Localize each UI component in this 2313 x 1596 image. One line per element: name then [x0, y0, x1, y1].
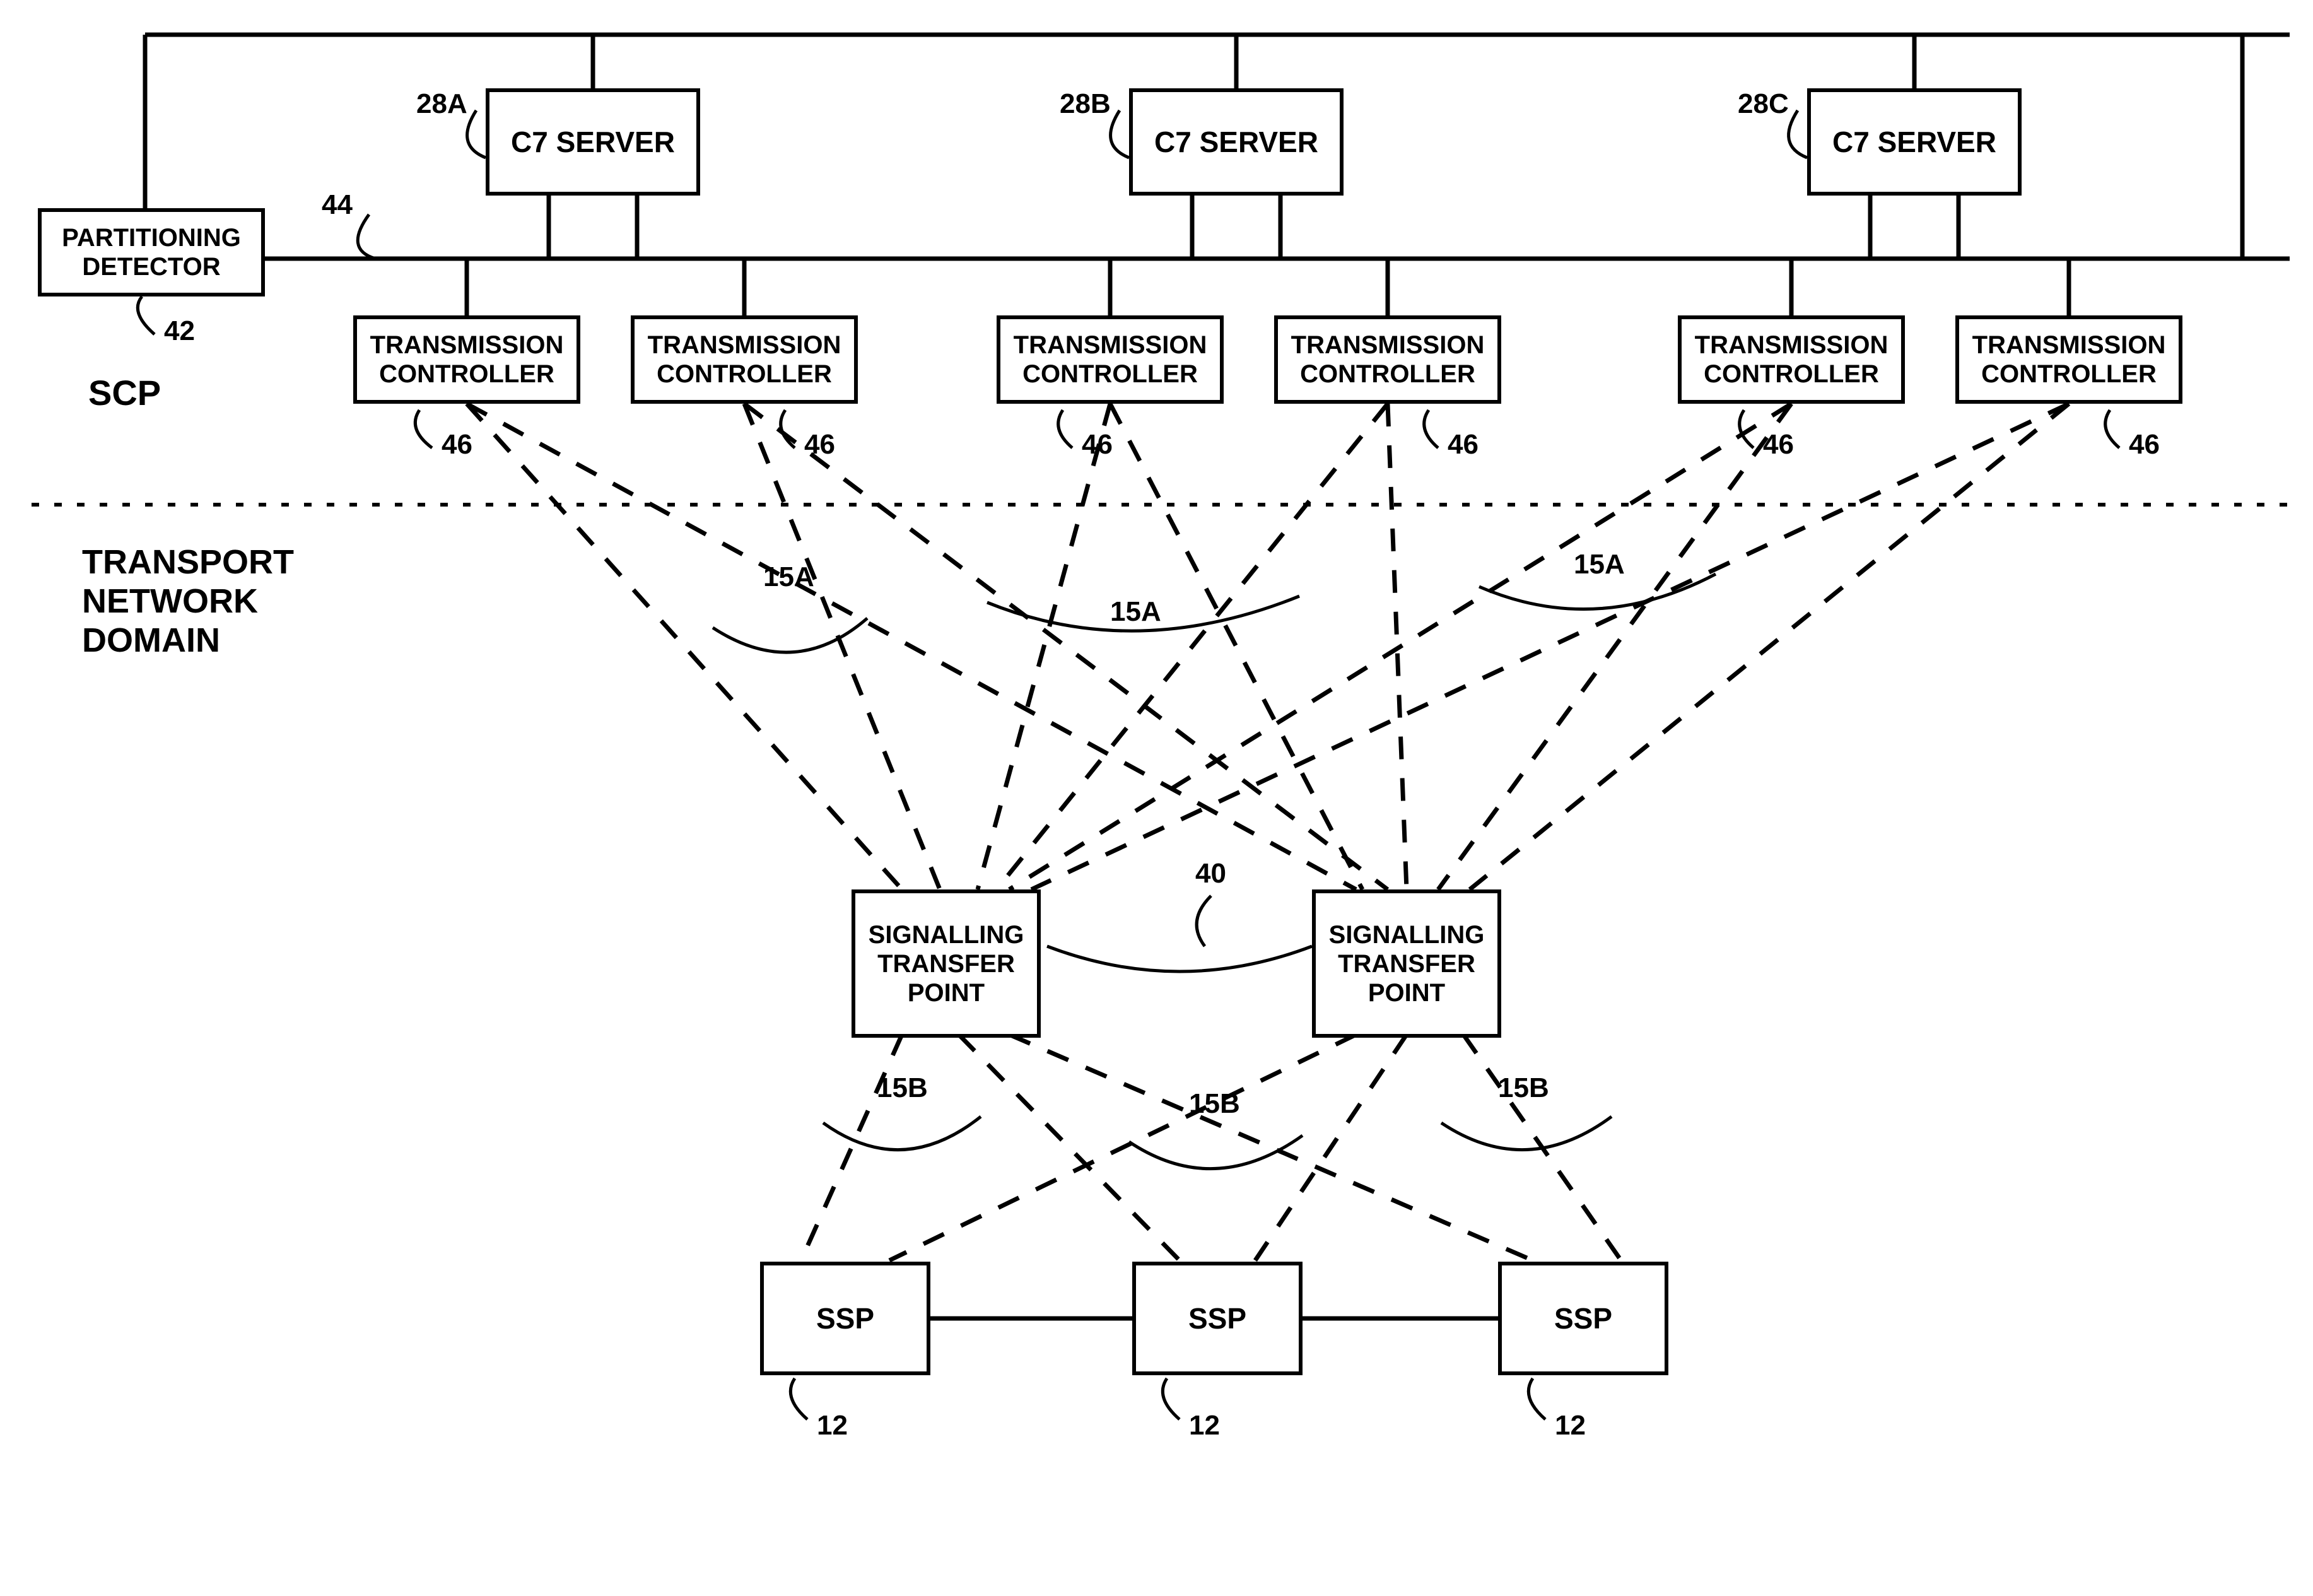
- ref-46: 46: [2129, 429, 2160, 461]
- ref-28b: 28B: [1060, 88, 1111, 120]
- ref-15b: 15B: [1498, 1072, 1549, 1104]
- ref-46: 46: [1763, 429, 1794, 461]
- stp-label: SIGNALLING TRANSFER POINT: [869, 920, 1024, 1007]
- transmission-controller-label: TRANSMISSION CONTROLLER: [370, 331, 564, 389]
- transmission-controller-box: TRANSMISSION CONTROLLER: [1678, 315, 1905, 404]
- ref-46: 46: [442, 429, 472, 461]
- ref-15a: 15A: [1574, 549, 1625, 580]
- c7-server-box-b: C7 SERVER: [1129, 88, 1344, 196]
- ssp-box: SSP: [760, 1262, 930, 1375]
- transmission-controller-box: TRANSMISSION CONTROLLER: [1955, 315, 2182, 404]
- scp-region-label: SCP: [88, 372, 161, 413]
- scp-architecture-diagram: PARTITIONING DETECTOR C7 SERVER C7 SERVE…: [0, 0, 2313, 1596]
- ref-28a: 28A: [416, 88, 467, 120]
- c7-server-label: C7 SERVER: [511, 126, 675, 159]
- ref-12p: 12: [1189, 1410, 1220, 1441]
- ssp-label: SSP: [816, 1302, 874, 1335]
- ref-15a: 15A: [763, 561, 814, 593]
- ref-46: 46: [1448, 429, 1479, 461]
- ref-42: 42: [164, 315, 195, 347]
- ref-46: 46: [804, 429, 835, 461]
- c7-server-label: C7 SERVER: [1154, 126, 1318, 159]
- transport-network-domain-label: TRANSPORT NETWORK DOMAIN: [82, 543, 294, 660]
- transmission-controller-box: TRANSMISSION CONTROLLER: [631, 315, 858, 404]
- transmission-controller-box: TRANSMISSION CONTROLLER: [997, 315, 1224, 404]
- transmission-controller-label: TRANSMISSION CONTROLLER: [1291, 331, 1485, 389]
- ssp-box: SSP: [1132, 1262, 1303, 1375]
- ref-12: 12: [817, 1410, 848, 1441]
- ref-46: 46: [1082, 429, 1113, 461]
- c7-server-box-c: C7 SERVER: [1807, 88, 2022, 196]
- signalling-transfer-point-box: SIGNALLING TRANSFER POINT: [1312, 889, 1501, 1038]
- ref-44: 44: [322, 189, 353, 221]
- partitioning-detector-box: PARTITIONING DETECTOR: [38, 208, 265, 296]
- ssp-box: SSP: [1498, 1262, 1668, 1375]
- ref-40: 40: [1195, 858, 1226, 889]
- ref-28c: 28C: [1738, 88, 1789, 120]
- transmission-controller-label: TRANSMISSION CONTROLLER: [1972, 331, 2166, 389]
- transmission-controller-label: TRANSMISSION CONTROLLER: [1014, 331, 1207, 389]
- transmission-controller-label: TRANSMISSION CONTROLLER: [648, 331, 841, 389]
- ref-15a: 15A: [1110, 596, 1161, 628]
- transmission-controller-label: TRANSMISSION CONTROLLER: [1695, 331, 1888, 389]
- stp-label: SIGNALLING TRANSFER POINT: [1329, 920, 1485, 1007]
- transmission-controller-box: TRANSMISSION CONTROLLER: [1274, 315, 1501, 404]
- signalling-transfer-point-box: SIGNALLING TRANSFER POINT: [852, 889, 1041, 1038]
- ref-12: 12: [1555, 1410, 1586, 1441]
- ssp-label: SSP: [1554, 1302, 1612, 1335]
- ref-15b: 15B: [1189, 1088, 1240, 1120]
- partitioning-detector-label: PARTITIONING DETECTOR: [62, 223, 241, 281]
- ref-15b: 15B: [877, 1072, 928, 1104]
- ssp-label: SSP: [1188, 1302, 1246, 1335]
- c7-server-box-a: C7 SERVER: [486, 88, 700, 196]
- transmission-controller-box: TRANSMISSION CONTROLLER: [353, 315, 580, 404]
- c7-server-label: C7 SERVER: [1832, 126, 1996, 159]
